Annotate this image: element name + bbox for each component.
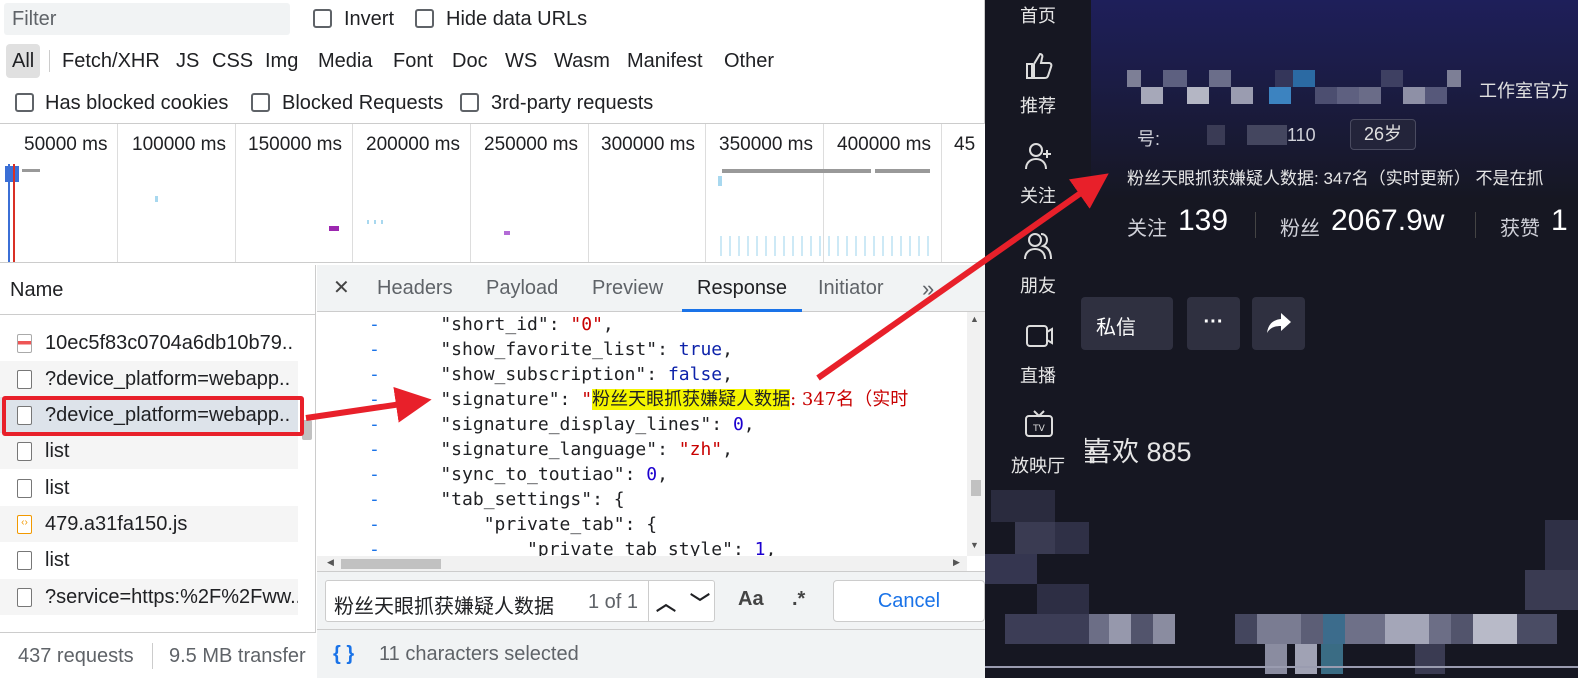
- annotation-arrows: [305, 173, 1109, 423]
- annotation-arrow-to-signature: [305, 386, 432, 423]
- annotation-arrow-to-profile: [816, 173, 1109, 381]
